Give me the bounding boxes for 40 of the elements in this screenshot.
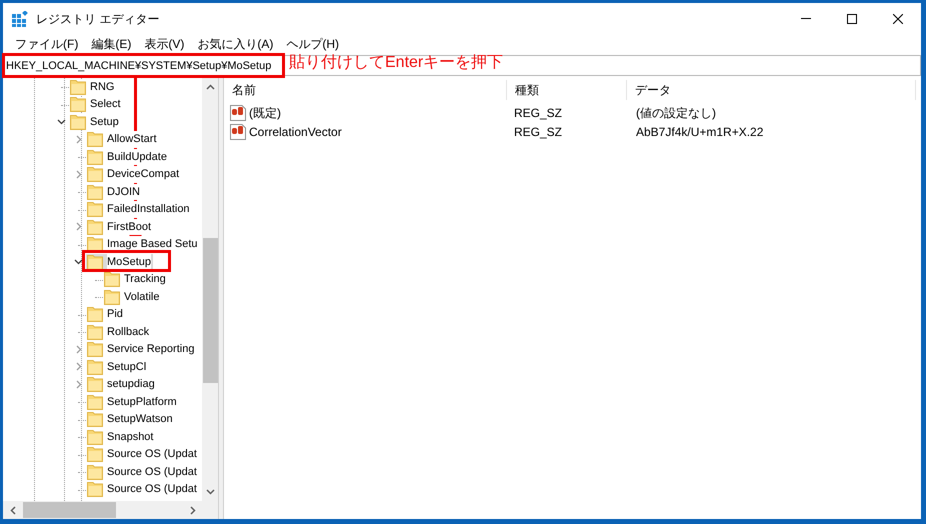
tree-item[interactable]: Snapshot	[86, 429, 156, 444]
menu-item[interactable]: 編集(E)	[86, 35, 136, 53]
value-name[interactable]: (既定)	[249, 104, 281, 122]
menu-item[interactable]: ヘルプ(H)	[281, 35, 344, 53]
tree-item[interactable]: RNG	[69, 79, 116, 94]
tree-item[interactable]: SetupCl	[86, 359, 148, 374]
tree-item[interactable]: FailedInstallation	[86, 202, 192, 217]
tree-item[interactable]: Setup	[69, 114, 121, 130]
tree-item[interactable]: Pid	[86, 306, 125, 322]
menu-item[interactable]: お気に入り(A)	[192, 35, 278, 53]
tree-item[interactable]: Rollback	[86, 324, 152, 340]
value-type: REG_SZ	[513, 124, 564, 140]
tree-item[interactable]: BuildUpdate	[86, 149, 169, 164]
value-data: AbB7Jf4k/U+m1R+X.22	[635, 124, 764, 140]
tree-item[interactable]: SetupWatson	[86, 412, 175, 427]
column-header[interactable]: 種類	[507, 80, 627, 100]
menu-item[interactable]: ファイル(F)	[10, 35, 84, 53]
tree-item[interactable]: Image Based Setu	[86, 236, 200, 252]
window-title: レジストリ エディター	[36, 10, 160, 28]
tree-item[interactable]: SetupPlatform	[86, 394, 179, 410]
tree-item[interactable]: Select	[69, 96, 123, 112]
tree-item[interactable]: DJOIN	[86, 184, 142, 200]
tree-item[interactable]: Source OS (Updat	[86, 482, 199, 497]
menu-item[interactable]: 表示(V)	[139, 35, 190, 53]
tree-item[interactable]: DeviceCompat	[86, 166, 182, 182]
tree-item[interactable]: Tracking	[103, 272, 168, 287]
tree-item[interactable]: Source OS (Updat	[86, 464, 199, 480]
value-name[interactable]: CorrelationVector	[249, 122, 342, 140]
column-header[interactable]: データ	[627, 80, 916, 100]
value-data: (値の設定なし)	[635, 104, 716, 122]
tree-item[interactable]: Source OS (Updat	[86, 446, 199, 462]
column-header[interactable]: 名前	[224, 80, 507, 100]
value-type: REG_SZ	[513, 104, 564, 122]
tree-item[interactable]: AllowStart	[86, 132, 159, 147]
tree-item[interactable]: FirstBoot	[86, 219, 154, 234]
annotation-note: 貼り付けしてEnterキーを押下	[289, 53, 504, 73]
tree-item[interactable]: setupdiag	[86, 376, 157, 392]
tree-item[interactable]: Volatile	[103, 289, 162, 304]
tree-item[interactable]: Service Reporting	[86, 342, 196, 357]
tree-item[interactable]: MoSetup	[86, 254, 154, 270]
